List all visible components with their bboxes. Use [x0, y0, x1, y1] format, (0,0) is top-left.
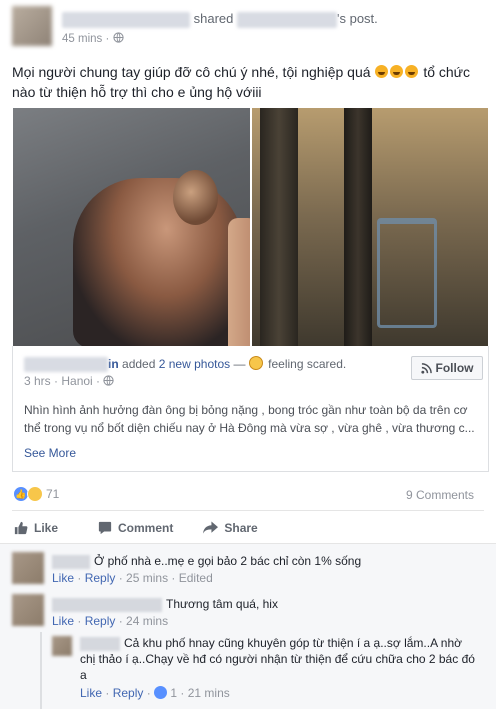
comment-label: Comment — [118, 521, 174, 535]
commenter-avatar[interactable] — [12, 594, 44, 626]
original-poster-name-blurred[interactable] — [237, 11, 337, 28]
like-reaction-icon — [154, 686, 168, 699]
dash-text: — — [233, 357, 246, 371]
reactions-summary[interactable]: 👍 71 — [13, 486, 59, 502]
reply-body: Cả khu phố hnay cũng khuyên góp từ thiện… — [80, 635, 475, 683]
scared-emoji-icon — [248, 356, 263, 370]
comment-body: Ở phố nhà e..mẹ e gọi bảo 2 bác chỉ còn … — [52, 553, 482, 569]
photo-burned-room[interactable] — [252, 108, 488, 346]
reactions-count: 71 — [46, 487, 60, 501]
comment-body: Thương tâm quá, hix — [52, 596, 482, 612]
comment-text: Ở phố nhà e..mẹ e gọi bảo 2 bác chỉ còn … — [94, 554, 362, 568]
like-button[interactable]: Like — [14, 515, 58, 541]
comments-count[interactable]: 9 Comments — [406, 488, 474, 502]
post-body: Mọi người chung tay giúp đỡ cô chú ý nhé… — [12, 62, 486, 102]
like-label: Like — [34, 521, 59, 535]
poster-name-blurred[interactable] — [62, 11, 190, 28]
shared-post-header: in added 2 new photos — feeling scared. — [24, 356, 347, 373]
added-text: added — [122, 357, 156, 371]
reply-meta: Like · Reply · 1 · 21 mins — [80, 686, 230, 700]
follow-label: Follow — [435, 361, 474, 375]
reply-likes-count[interactable]: 1 — [170, 686, 177, 700]
poster-avatar[interactable] — [12, 6, 52, 46]
globe-icon — [103, 375, 115, 386]
reply-like-link[interactable]: Like — [80, 686, 102, 700]
commenter-name-blurred[interactable] — [52, 554, 90, 569]
comment-edited[interactable]: Edited — [179, 571, 213, 585]
share-button[interactable]: Share — [203, 515, 258, 541]
crying-emoji-icon — [375, 65, 389, 78]
reply-thread-line — [40, 632, 42, 709]
post-header: shared 's post. — [62, 11, 378, 28]
rss-icon — [420, 362, 432, 374]
comment-like-link[interactable]: Like — [52, 571, 74, 585]
comment-reply-link[interactable]: Reply — [85, 571, 116, 585]
shared-post-meta: 3 hrs · Hanoi · — [24, 374, 115, 388]
share-icon — [203, 521, 219, 534]
post-meta: 45 mins · — [62, 32, 124, 45]
crying-emoji-icon — [405, 65, 419, 78]
divider — [12, 510, 484, 511]
post-actions: Like Comment Share — [12, 515, 484, 541]
comment-meta: Like · Reply · 25 mins · Edited — [52, 571, 213, 585]
photos-link[interactable]: 2 new photos — [159, 357, 230, 371]
comment-reply-link[interactable]: Reply — [85, 614, 116, 628]
shared-label: shared — [193, 11, 234, 26]
feeling-text: feeling scared. — [268, 357, 347, 371]
comment-time[interactable]: 24 mins — [126, 614, 168, 628]
post-time[interactable]: 45 mins — [62, 33, 102, 45]
replier-name-blurred[interactable] — [80, 636, 120, 651]
see-more-link[interactable]: See More — [24, 446, 76, 460]
shared-name-suffix[interactable]: in — [108, 357, 119, 371]
share-label: Share — [224, 521, 258, 535]
shared-post-text: Nhìn hình ảnh hưởng đàn ông bị bỏng nặng… — [24, 403, 475, 435]
thumbs-up-icon — [14, 521, 28, 535]
shared-time[interactable]: 3 hrs — [24, 374, 51, 388]
post-suffix[interactable]: 's post. — [337, 11, 378, 26]
commenter-name-blurred[interactable] — [52, 597, 162, 612]
comment-text: Thương tâm quá, hix — [166, 597, 278, 611]
comment-icon — [98, 521, 112, 535]
follow-button[interactable]: Follow — [411, 356, 483, 380]
post-text-line1: Mọi người chung tay giúp đỡ cô chú ý nhé… — [12, 64, 371, 80]
shared-location[interactable]: Hanoi — [61, 374, 92, 388]
commenter-avatar[interactable] — [12, 552, 44, 584]
crying-emoji-icon — [390, 65, 404, 78]
reply-text: Cả khu phố hnay cũng khuyên góp từ thiện… — [80, 636, 475, 682]
comment-button[interactable]: Comment — [98, 515, 173, 541]
comment-like-link[interactable]: Like — [52, 614, 74, 628]
reply-reply-link[interactable]: Reply — [113, 686, 144, 700]
comment-meta: Like · Reply · 24 mins — [52, 614, 169, 628]
globe-icon[interactable] — [112, 32, 124, 43]
photo-burned-man[interactable] — [13, 108, 250, 346]
replier-avatar[interactable] — [52, 636, 72, 656]
comment-time[interactable]: 25 mins — [126, 571, 168, 585]
sad-reaction-icon — [27, 486, 43, 502]
shared-author-name-blurred[interactable] — [24, 357, 108, 373]
reply-time[interactable]: 21 mins — [188, 686, 230, 700]
